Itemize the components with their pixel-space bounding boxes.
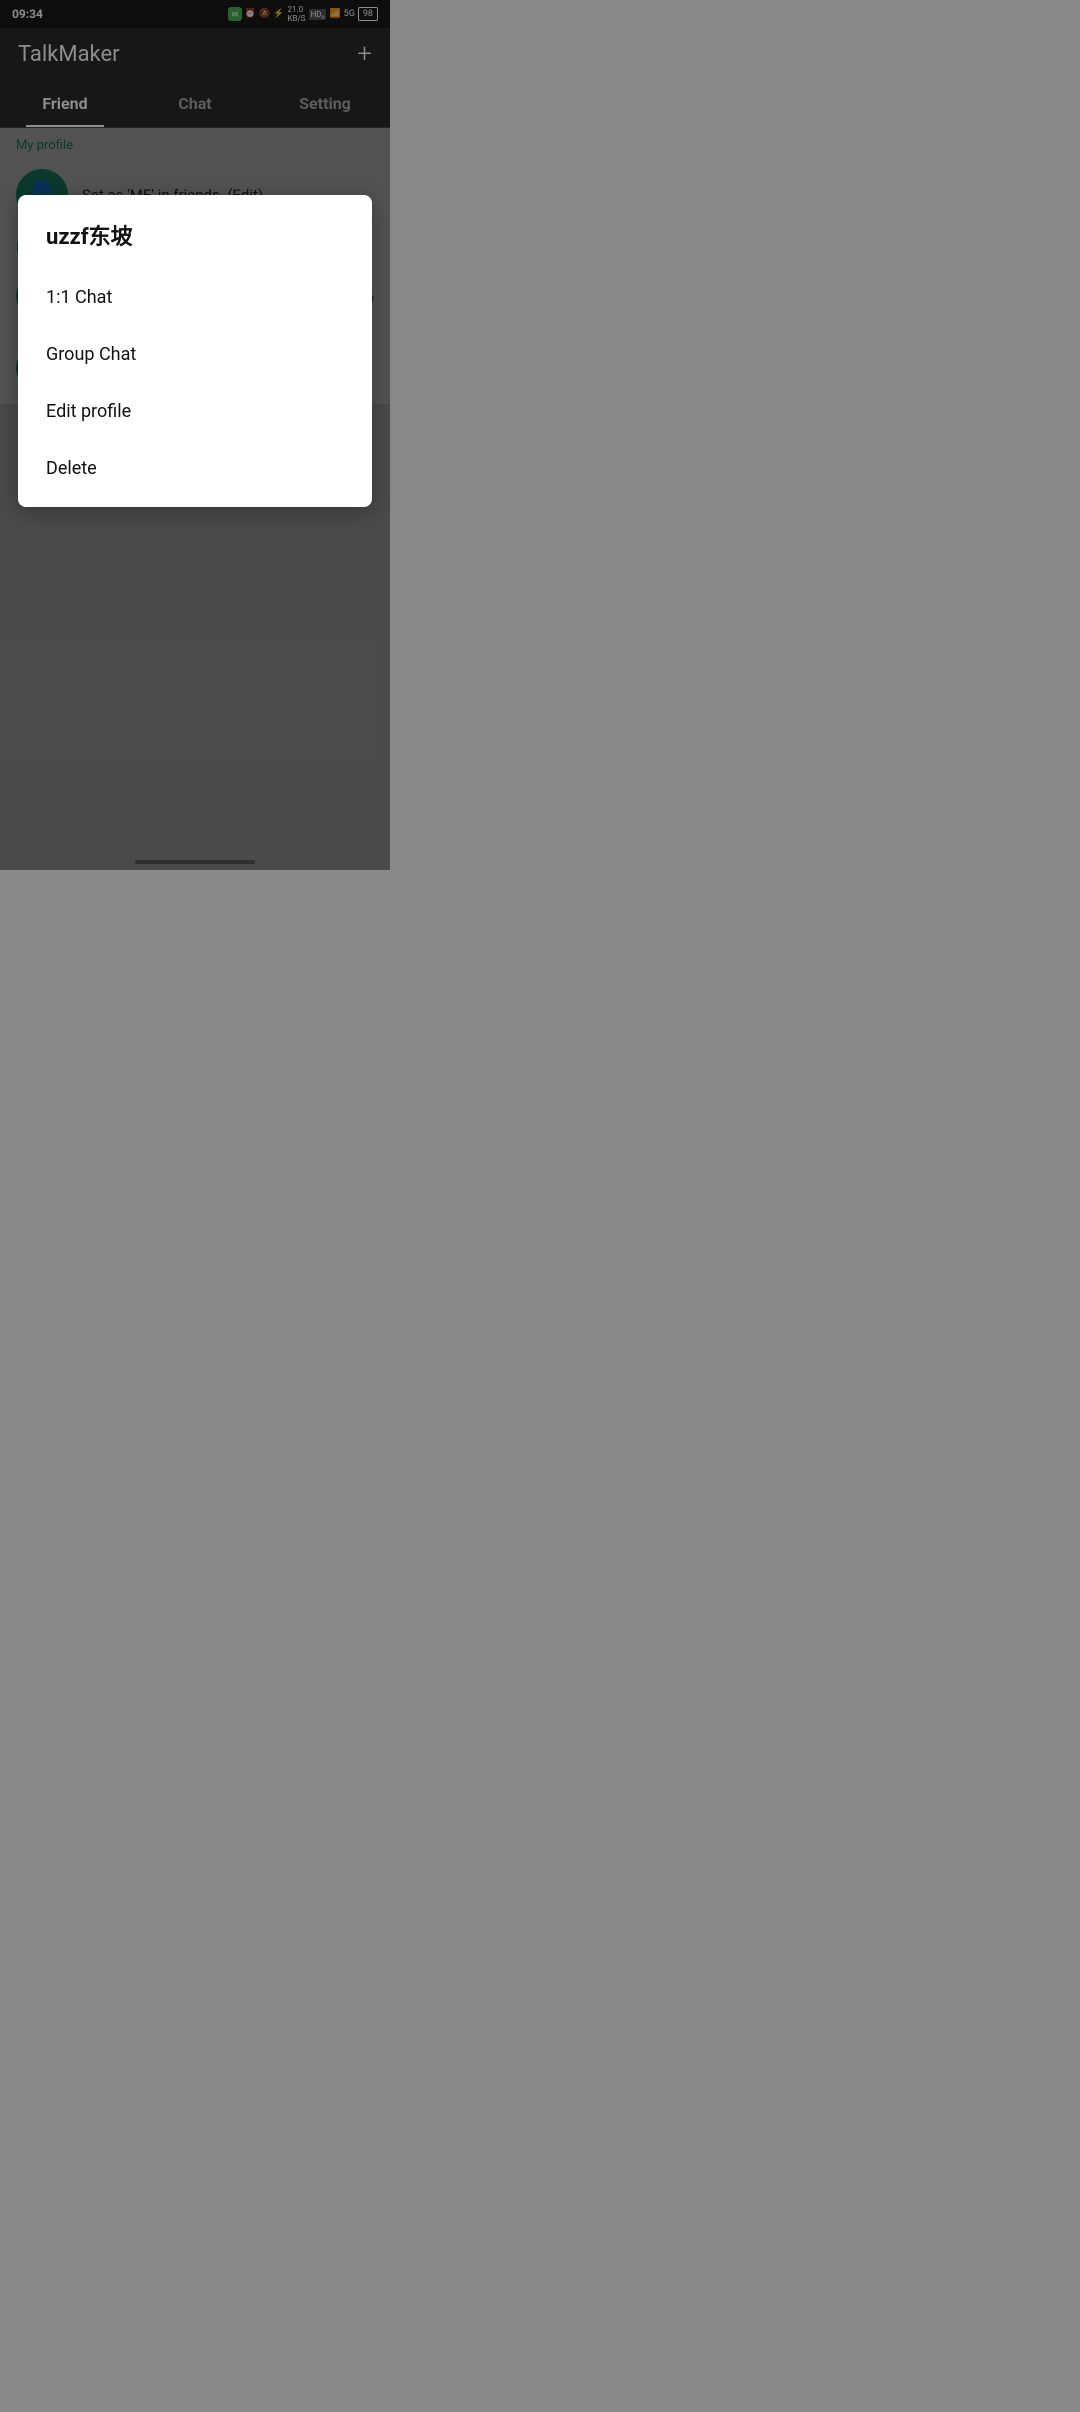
context-menu: uzzf东坡 1:1 Chat Group Chat Edit profile … bbox=[18, 195, 372, 507]
context-menu-item-group-chat[interactable]: Group Chat bbox=[18, 326, 372, 383]
context-menu-title: uzzf东坡 bbox=[18, 215, 372, 269]
context-menu-item-edit-profile[interactable]: Edit profile bbox=[18, 383, 372, 440]
context-menu-item-one-one-chat[interactable]: 1:1 Chat bbox=[18, 269, 372, 326]
context-menu-item-delete[interactable]: Delete bbox=[18, 440, 372, 497]
